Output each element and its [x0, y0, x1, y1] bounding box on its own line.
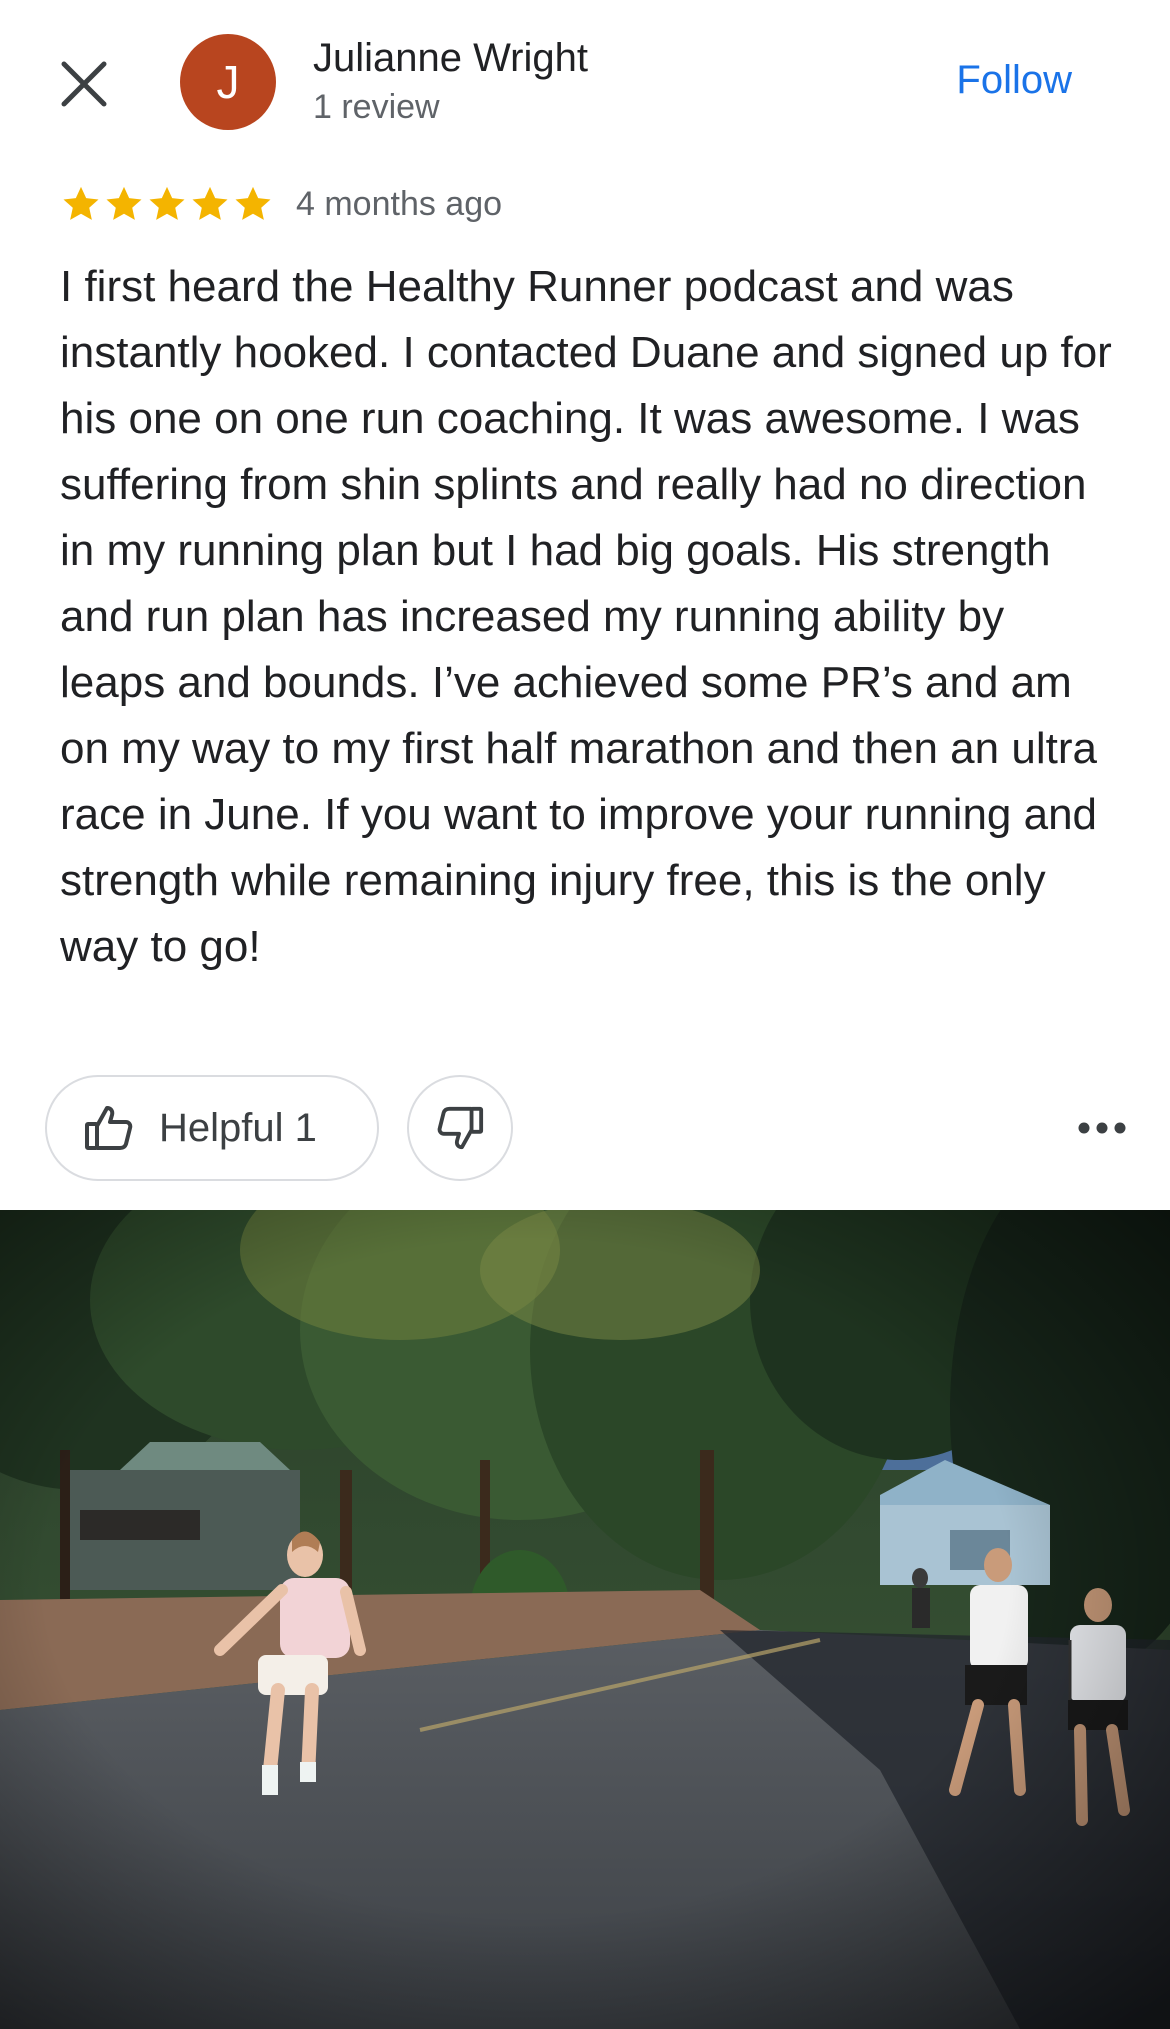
review-text: I first heard the Healthy Runner podcast… [60, 262, 1112, 971]
thumbs-down-icon [437, 1106, 484, 1150]
star-icon [63, 186, 99, 220]
helpful-button[interactable]: Helpful 1 [45, 1075, 379, 1181]
thumbs-up-icon [85, 1106, 133, 1150]
review-time: 4 months ago [296, 184, 503, 223]
helpful-label: Helpful 1 [159, 1105, 317, 1150]
more-options-button[interactable] [1074, 1103, 1130, 1153]
review-photo-image [0, 1210, 1170, 2029]
not-helpful-button[interactable] [407, 1075, 513, 1181]
star-icon [106, 186, 142, 220]
star-icon [149, 186, 185, 220]
close-icon [61, 61, 107, 107]
star-rating [60, 183, 274, 225]
close-button[interactable] [58, 58, 110, 110]
more-horizontal-icon [1078, 1122, 1126, 1134]
review-actions: Helpful 1 [45, 1075, 1130, 1183]
reviewer-review-count: 1 review [313, 88, 440, 126]
avatar[interactable]: J [180, 34, 276, 130]
star-icon [192, 186, 228, 220]
star-icon [235, 186, 271, 220]
avatar-letter: J [216, 56, 240, 108]
reviewer-name[interactable]: Julianne Wright [313, 36, 588, 81]
review-photo[interactable] [0, 1210, 1170, 2029]
review-header: J Julianne Wright 1 review Follow [0, 0, 1170, 170]
rating-row: 4 months ago [60, 180, 502, 228]
follow-button[interactable]: Follow [956, 58, 1072, 103]
